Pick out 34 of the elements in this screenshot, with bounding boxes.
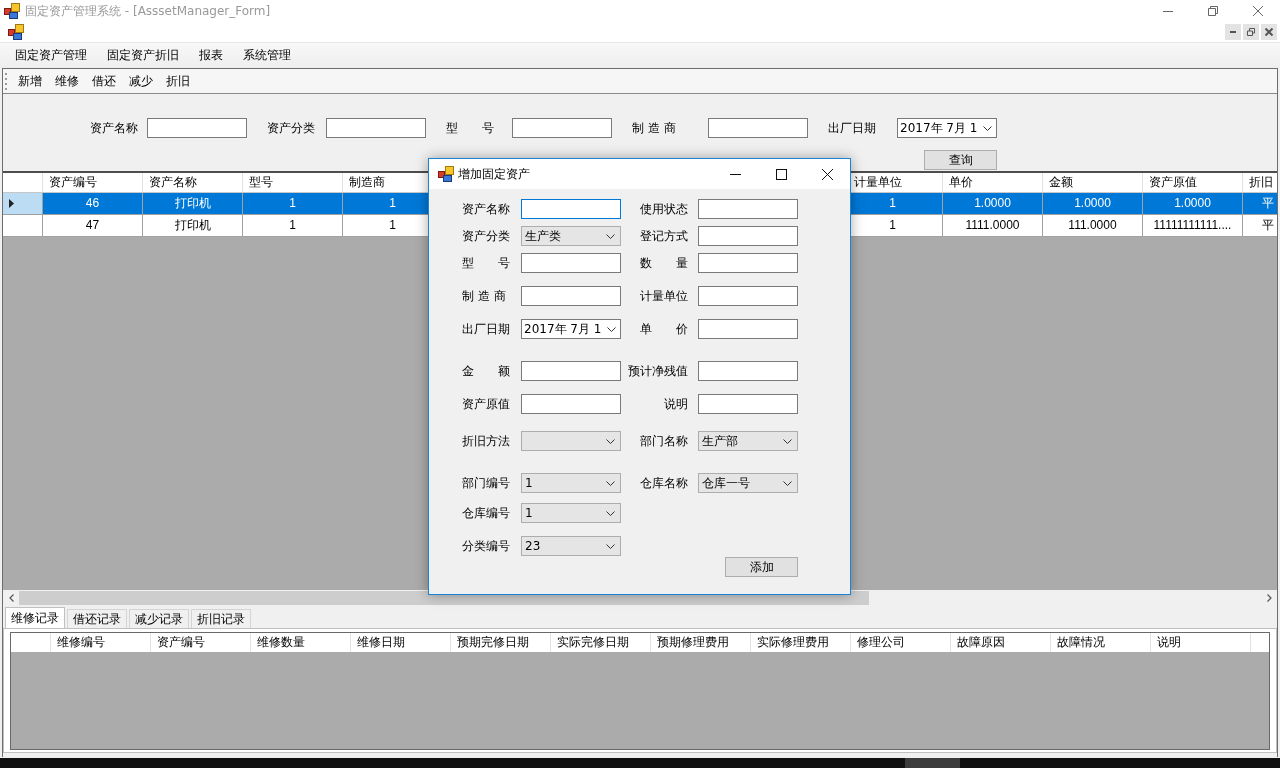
field-label: 出厂日期 — [828, 119, 876, 137]
field-label: 登记方式 — [640, 228, 688, 245]
field-label: 资产名称 — [462, 201, 510, 218]
table-cell: 1111.0000 — [943, 215, 1043, 237]
field-label: 数 量 — [640, 255, 688, 272]
field-label: 资产名称 — [90, 119, 138, 137]
field-label: 资产原值 — [462, 396, 510, 413]
table-cell: 1 — [243, 215, 343, 237]
dialog-title: 增加固定资产 — [458, 165, 530, 183]
field-label: 计量单位 — [640, 288, 688, 305]
field-label: 分类编号 — [462, 538, 510, 555]
field-label: 部门编号 — [462, 475, 510, 492]
table-cell: 打印机 — [143, 215, 243, 237]
field-label: 部门名称 — [640, 433, 688, 450]
field-label: 资产分类 — [267, 119, 315, 137]
table-cell: 111.0000 — [1043, 215, 1143, 237]
field-label: 资产分类 — [462, 228, 510, 245]
field-label: 金 额 — [462, 363, 510, 380]
field-label: 使用状态 — [640, 201, 688, 218]
field-label: 折旧方法 — [462, 433, 510, 450]
field-label: 预计净残值 — [628, 363, 688, 380]
field-label: 说明 — [664, 396, 688, 413]
table-cell: 47 — [43, 215, 143, 237]
field-label: 出厂日期 — [462, 321, 510, 338]
field-label: 仓库名称 — [640, 475, 688, 492]
field-label: 制 造 商 — [462, 288, 506, 305]
field-label: 仓库编号 — [462, 505, 510, 522]
field-label: 制 造 商 — [632, 119, 676, 137]
field-label: 型 号 — [462, 255, 510, 272]
table-cell: 平 — [1243, 215, 1277, 237]
table-cell: 11111111111.... — [1143, 215, 1243, 237]
window-title: 固定资产管理系统 - [AsssetManager_Form] — [25, 2, 271, 20]
field-label: 型 号 — [446, 119, 494, 137]
field-label: 单 价 — [640, 321, 688, 338]
